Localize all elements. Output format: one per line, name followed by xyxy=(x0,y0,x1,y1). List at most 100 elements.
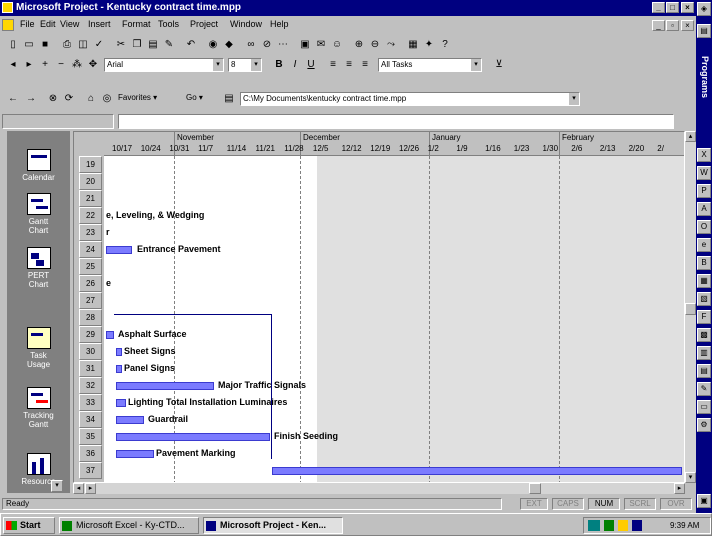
task-bar[interactable] xyxy=(106,246,132,254)
row-number[interactable]: 32 xyxy=(79,377,102,394)
task-label[interactable]: Guardrail xyxy=(148,414,188,424)
view-pert-chart[interactable]: PERT Chart xyxy=(7,247,70,289)
row-number[interactable]: 27 xyxy=(79,292,102,309)
view-calendar[interactable]: Calendar xyxy=(7,149,70,182)
row-number[interactable]: 24 xyxy=(79,241,102,258)
maximize-button[interactable]: □ xyxy=(666,2,679,13)
office-logo-icon[interactable]: ◈ xyxy=(697,2,711,16)
vertical-scroll-thumb[interactable] xyxy=(685,303,696,315)
goto-task-icon[interactable]: ⤳ xyxy=(384,38,398,52)
scroll-down-icon[interactable]: ▾ xyxy=(685,472,696,483)
copy-icon[interactable]: ❐ xyxy=(130,38,144,52)
scroll-left-icon[interactable]: ◂ xyxy=(73,483,84,494)
outlook-shortcut-icon[interactable]: O xyxy=(697,220,711,234)
web-toolbar-icon[interactable]: ◆ xyxy=(222,38,236,52)
vertical-scrollbar[interactable]: ▴ ▾ xyxy=(685,131,696,483)
row-number[interactable]: 22 xyxy=(79,207,102,224)
stop-icon[interactable]: ⊗ xyxy=(46,92,60,106)
task-label[interactable]: e, Leveling, & Wedging xyxy=(106,210,204,220)
task-bar[interactable] xyxy=(116,416,144,424)
filter-select[interactable]: All Tasks ▾ xyxy=(378,58,482,72)
settings-shortcut-icon[interactable]: ⚙ xyxy=(697,418,711,432)
insert-hyperlink-icon[interactable]: ◉ xyxy=(206,38,220,52)
row-number[interactable]: 31 xyxy=(79,360,102,377)
autofilter-icon[interactable]: ⊻ xyxy=(490,58,508,72)
task-label[interactable]: Lighting Total Installation Luminaires xyxy=(128,397,287,407)
project-shortcut-icon[interactable]: ▧ xyxy=(697,292,711,306)
scroll-up-icon[interactable]: ▴ xyxy=(685,131,696,142)
task-label[interactable]: Pavement Marking xyxy=(156,448,236,458)
notepad-shortcut-icon[interactable]: ▤ xyxy=(697,364,711,378)
task-bar[interactable] xyxy=(116,365,122,373)
search-web-icon[interactable]: ◎ xyxy=(100,92,114,106)
calculator-shortcut-icon[interactable]: ▥ xyxy=(697,346,711,360)
office-bar-bottom-icon[interactable]: ▣ xyxy=(697,494,711,508)
format-painter-icon[interactable]: ✎ xyxy=(162,38,176,52)
task-bar[interactable] xyxy=(116,433,270,441)
back-icon[interactable]: ← xyxy=(6,92,20,106)
row-number[interactable]: 30 xyxy=(79,343,102,360)
horizontal-scroll-thumb[interactable] xyxy=(529,483,541,494)
split-task-icon[interactable]: ⋯ xyxy=(276,38,290,52)
task-bar[interactable] xyxy=(116,382,214,390)
menu-format[interactable]: Format xyxy=(122,19,151,29)
bold-icon[interactable]: B xyxy=(272,58,286,72)
menu-help[interactable]: Help xyxy=(270,19,289,29)
speaker-icon[interactable] xyxy=(618,520,628,531)
task-bar[interactable] xyxy=(272,467,682,475)
gantt-bars-area[interactable]: e, Leveling, & Wedging r Entrance Pavement… xyxy=(104,156,684,482)
scroll-right-small-icon[interactable]: ▸ xyxy=(85,483,96,494)
task-label[interactable]: Major Traffic Signals xyxy=(218,380,306,390)
doc-restore-button[interactable]: ▫ xyxy=(666,20,679,31)
gantt-wizard-icon[interactable]: ✦ xyxy=(422,38,436,52)
row-number[interactable]: 34 xyxy=(79,411,102,428)
save-icon[interactable]: ■ xyxy=(38,38,52,52)
row-number[interactable]: 35 xyxy=(79,428,102,445)
font-select[interactable]: Arial ▾ xyxy=(104,58,224,72)
paste-icon[interactable]: ▤ xyxy=(146,38,160,52)
row-number[interactable]: 25 xyxy=(79,258,102,275)
assign-resources-icon[interactable]: ☺ xyxy=(330,38,344,52)
menu-edit[interactable]: Edit xyxy=(40,19,56,29)
hide-subtasks-icon[interactable]: − xyxy=(54,58,68,72)
tray-app-icon[interactable] xyxy=(604,520,614,531)
menu-view[interactable]: View xyxy=(60,19,79,29)
task-bar[interactable] xyxy=(116,450,154,458)
row-number[interactable]: 26 xyxy=(79,275,102,292)
network-icon[interactable] xyxy=(588,520,600,531)
start-button[interactable]: Start xyxy=(3,517,55,534)
favorites-menu[interactable]: Favorites ▾ xyxy=(118,93,157,102)
doc-minimize-button[interactable]: _ xyxy=(652,20,665,31)
link-tasks-icon[interactable]: ∞ xyxy=(244,38,258,52)
align-center-icon[interactable]: ≡ xyxy=(342,58,356,72)
row-number[interactable]: 37 xyxy=(79,462,102,479)
chevron-down-icon[interactable]: ▾ xyxy=(213,59,223,71)
taskbar-excel[interactable]: Microsoft Excel - Ky-CTD... xyxy=(59,517,199,534)
clock[interactable]: 9:39 AM xyxy=(670,521,699,530)
close-button[interactable]: × xyxy=(681,2,694,13)
show-icon[interactable]: ⁂ xyxy=(70,58,84,72)
gantt-chart[interactable]: 19 20 21 22 23 24 25 26 27 28 29 30 31 32 33 34 35 36 37 N… xyxy=(73,131,685,483)
indent-icon[interactable]: ▸ xyxy=(22,58,36,72)
spelling-icon[interactable]: ✓ xyxy=(92,38,106,52)
frontpage-shortcut-icon[interactable]: F xyxy=(697,310,711,324)
task-bar[interactable] xyxy=(116,399,126,407)
underline-icon[interactable]: U xyxy=(304,58,318,72)
document-icon[interactable] xyxy=(2,19,14,31)
access-shortcut-icon[interactable]: A xyxy=(697,202,711,216)
task-bar[interactable] xyxy=(116,348,122,356)
doc-close-button[interactable]: × xyxy=(681,20,694,31)
word-shortcut-icon[interactable]: W xyxy=(697,166,711,180)
zoom-out-icon[interactable]: ⊖ xyxy=(368,38,382,52)
task-bar[interactable] xyxy=(106,331,114,339)
row-number[interactable]: 33 xyxy=(79,394,102,411)
cut-icon[interactable]: ✂ xyxy=(114,38,128,52)
task-notes-icon[interactable]: ✉ xyxy=(314,38,328,52)
publisher-shortcut-icon[interactable]: ▦ xyxy=(697,274,711,288)
office-menu-icon[interactable]: ▤ xyxy=(697,24,711,38)
row-number[interactable]: 28 xyxy=(79,309,102,326)
chevron-down-icon[interactable]: ▾ xyxy=(251,59,261,71)
copy-picture-icon[interactable]: ▦ xyxy=(406,38,420,52)
task-label[interactable]: Entrance Pavement xyxy=(137,244,221,254)
row-number[interactable]: 19 xyxy=(79,156,102,173)
